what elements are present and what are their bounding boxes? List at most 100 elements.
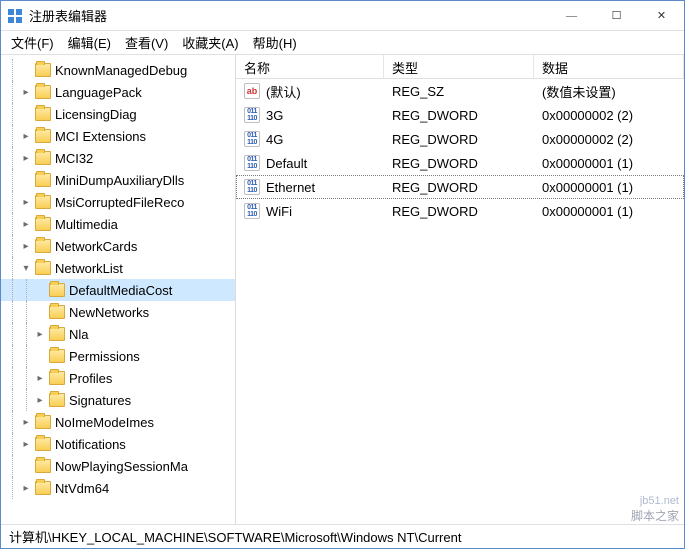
titlebar: 注册表编辑器 — ☐ ✕ — [1, 1, 684, 31]
tree-item-ntvdm64[interactable]: NtVdm64 — [1, 477, 235, 499]
close-button[interactable]: ✕ — [639, 1, 684, 30]
value-data: 0x00000001 (1) — [542, 204, 633, 219]
chevron-right-icon[interactable] — [19, 197, 33, 208]
column-name[interactable]: 名称 — [236, 55, 384, 78]
content-area: KnownManagedDebugLanguagePackLicensingDi… — [1, 55, 684, 524]
folder-icon — [35, 107, 51, 121]
tree-item-label: MsiCorruptedFileReco — [55, 195, 184, 210]
dword-value-icon: 011110 — [244, 107, 260, 123]
tree-item-nowplayingsessionma[interactable]: NowPlayingSessionMa — [1, 455, 235, 477]
menu-edit[interactable]: 编辑(E) — [68, 33, 111, 52]
tree-item-networklist[interactable]: NetworkList — [1, 257, 235, 279]
chevron-right-icon[interactable] — [19, 241, 33, 252]
tree-item-label: NetworkList — [55, 261, 123, 276]
folder-icon — [49, 371, 65, 385]
tree-item-nla[interactable]: Nla — [1, 323, 235, 345]
value-name: 3G — [266, 108, 283, 123]
folder-icon — [35, 261, 51, 275]
chevron-right-icon[interactable] — [33, 395, 47, 406]
value-name: Default — [266, 156, 307, 171]
tree-item-profiles[interactable]: Profiles — [1, 367, 235, 389]
value-type: REG_DWORD — [392, 180, 478, 195]
value-data: 0x00000002 (2) — [542, 108, 633, 123]
menu-file[interactable]: 文件(F) — [11, 33, 54, 52]
window-controls: — ☐ ✕ — [549, 1, 684, 30]
folder-icon — [35, 459, 51, 473]
tree-item-notifications[interactable]: Notifications — [1, 433, 235, 455]
value-type: REG_DWORD — [392, 156, 478, 171]
dword-value-icon: 011110 — [244, 203, 260, 219]
value-type: REG_DWORD — [392, 108, 478, 123]
tree-item-mci32[interactable]: MCI32 — [1, 147, 235, 169]
dword-value-icon: 011110 — [244, 155, 260, 171]
value-row[interactable]: 011110WiFiREG_DWORD0x00000001 (1) — [236, 199, 684, 223]
column-data[interactable]: 数据 — [534, 55, 684, 78]
dword-value-icon: 011110 — [244, 179, 260, 195]
tree-item-permissions[interactable]: Permissions — [1, 345, 235, 367]
tree-item-licensingdiag[interactable]: LicensingDiag — [1, 103, 235, 125]
list-header: 名称 类型 数据 — [236, 55, 684, 79]
value-name: 4G — [266, 132, 283, 147]
dword-value-icon: 011110 — [244, 131, 260, 147]
tree-item-label: Nla — [69, 327, 89, 342]
chevron-right-icon[interactable] — [19, 87, 33, 98]
folder-icon — [35, 415, 51, 429]
list-pane: 名称 类型 数据 ab(默认)REG_SZ(数值未设置)0111103GREG_… — [236, 55, 684, 524]
tree-item-label: NetworkCards — [55, 239, 137, 254]
value-row[interactable]: 011110 Default REG_DWORD 0x00000001 (1) — [236, 151, 684, 175]
chevron-down-icon[interactable] — [19, 263, 33, 274]
tree-item-label: Profiles — [69, 371, 112, 386]
tree-item-mci-extensions[interactable]: MCI Extensions — [1, 125, 235, 147]
minimize-button[interactable]: — — [549, 1, 594, 30]
value-name: Ethernet — [266, 180, 315, 195]
value-row[interactable]: 011110EthernetREG_DWORD0x00000001 (1) — [236, 175, 684, 199]
folder-icon — [35, 481, 51, 495]
tree-item-languagepack[interactable]: LanguagePack — [1, 81, 235, 103]
folder-icon — [35, 217, 51, 231]
menu-view[interactable]: 查看(V) — [125, 33, 168, 52]
tree-item-label: NowPlayingSessionMa — [55, 459, 188, 474]
tree-item-label: Permissions — [69, 349, 140, 364]
statusbar: 计算机\HKEY_LOCAL_MACHINE\SOFTWARE\Microsof… — [1, 524, 684, 548]
chevron-right-icon[interactable] — [33, 329, 47, 340]
value-data: 0x00000001 (1) — [542, 156, 633, 171]
menu-help[interactable]: 帮助(H) — [253, 33, 297, 52]
chevron-right-icon[interactable] — [19, 131, 33, 142]
tree-item-label: NtVdm64 — [55, 481, 109, 496]
chevron-right-icon[interactable] — [19, 417, 33, 428]
chevron-right-icon[interactable] — [19, 219, 33, 230]
string-value-icon: ab — [244, 83, 260, 99]
chevron-right-icon[interactable] — [19, 483, 33, 494]
chevron-right-icon[interactable] — [33, 373, 47, 384]
value-row[interactable]: 011110 3G REG_DWORD 0x00000002 (2) — [236, 103, 684, 127]
tree-pane[interactable]: KnownManagedDebugLanguagePackLicensingDi… — [1, 55, 236, 524]
tree-item-label: MCI32 — [55, 151, 93, 166]
value-name: (默认) — [266, 82, 301, 101]
tree-item-networkcards[interactable]: NetworkCards — [1, 235, 235, 257]
maximize-button[interactable]: ☐ — [594, 1, 639, 30]
folder-icon — [49, 305, 65, 319]
list-body[interactable]: ab(默认)REG_SZ(数值未设置)0111103GREG_DWORD0x00… — [236, 79, 684, 524]
tree-item-label: DefaultMediaCost — [69, 283, 172, 298]
tree-item-newnetworks[interactable]: NewNetworks — [1, 301, 235, 323]
status-path: 计算机\HKEY_LOCAL_MACHINE\SOFTWARE\Microsof… — [9, 527, 461, 546]
chevron-right-icon[interactable] — [19, 153, 33, 164]
folder-icon — [35, 437, 51, 451]
folder-icon — [49, 349, 65, 363]
value-type: REG_DWORD — [392, 132, 478, 147]
column-type[interactable]: 类型 — [384, 55, 534, 78]
tree-item-defaultmediacost[interactable]: DefaultMediaCost — [1, 279, 235, 301]
tree-item-multimedia[interactable]: Multimedia — [1, 213, 235, 235]
tree-item-signatures[interactable]: Signatures — [1, 389, 235, 411]
menu-favorites[interactable]: 收藏夹(A) — [182, 33, 238, 52]
folder-icon — [49, 393, 65, 407]
value-type: REG_SZ — [392, 84, 444, 99]
chevron-right-icon[interactable] — [19, 439, 33, 450]
tree-item-minidumpauxiliarydlls[interactable]: MiniDumpAuxiliaryDlls — [1, 169, 235, 191]
value-row[interactable]: ab(默认)REG_SZ(数值未设置) — [236, 79, 684, 103]
tree-item-msicorruptedfilereco[interactable]: MsiCorruptedFileReco — [1, 191, 235, 213]
tree-item-knownmanageddebug[interactable]: KnownManagedDebug — [1, 59, 235, 81]
folder-icon — [35, 239, 51, 253]
value-row[interactable]: 0111104GREG_DWORD0x00000002 (2) — [236, 127, 684, 151]
tree-item-noimemodeimes[interactable]: NoImeModeImes — [1, 411, 235, 433]
